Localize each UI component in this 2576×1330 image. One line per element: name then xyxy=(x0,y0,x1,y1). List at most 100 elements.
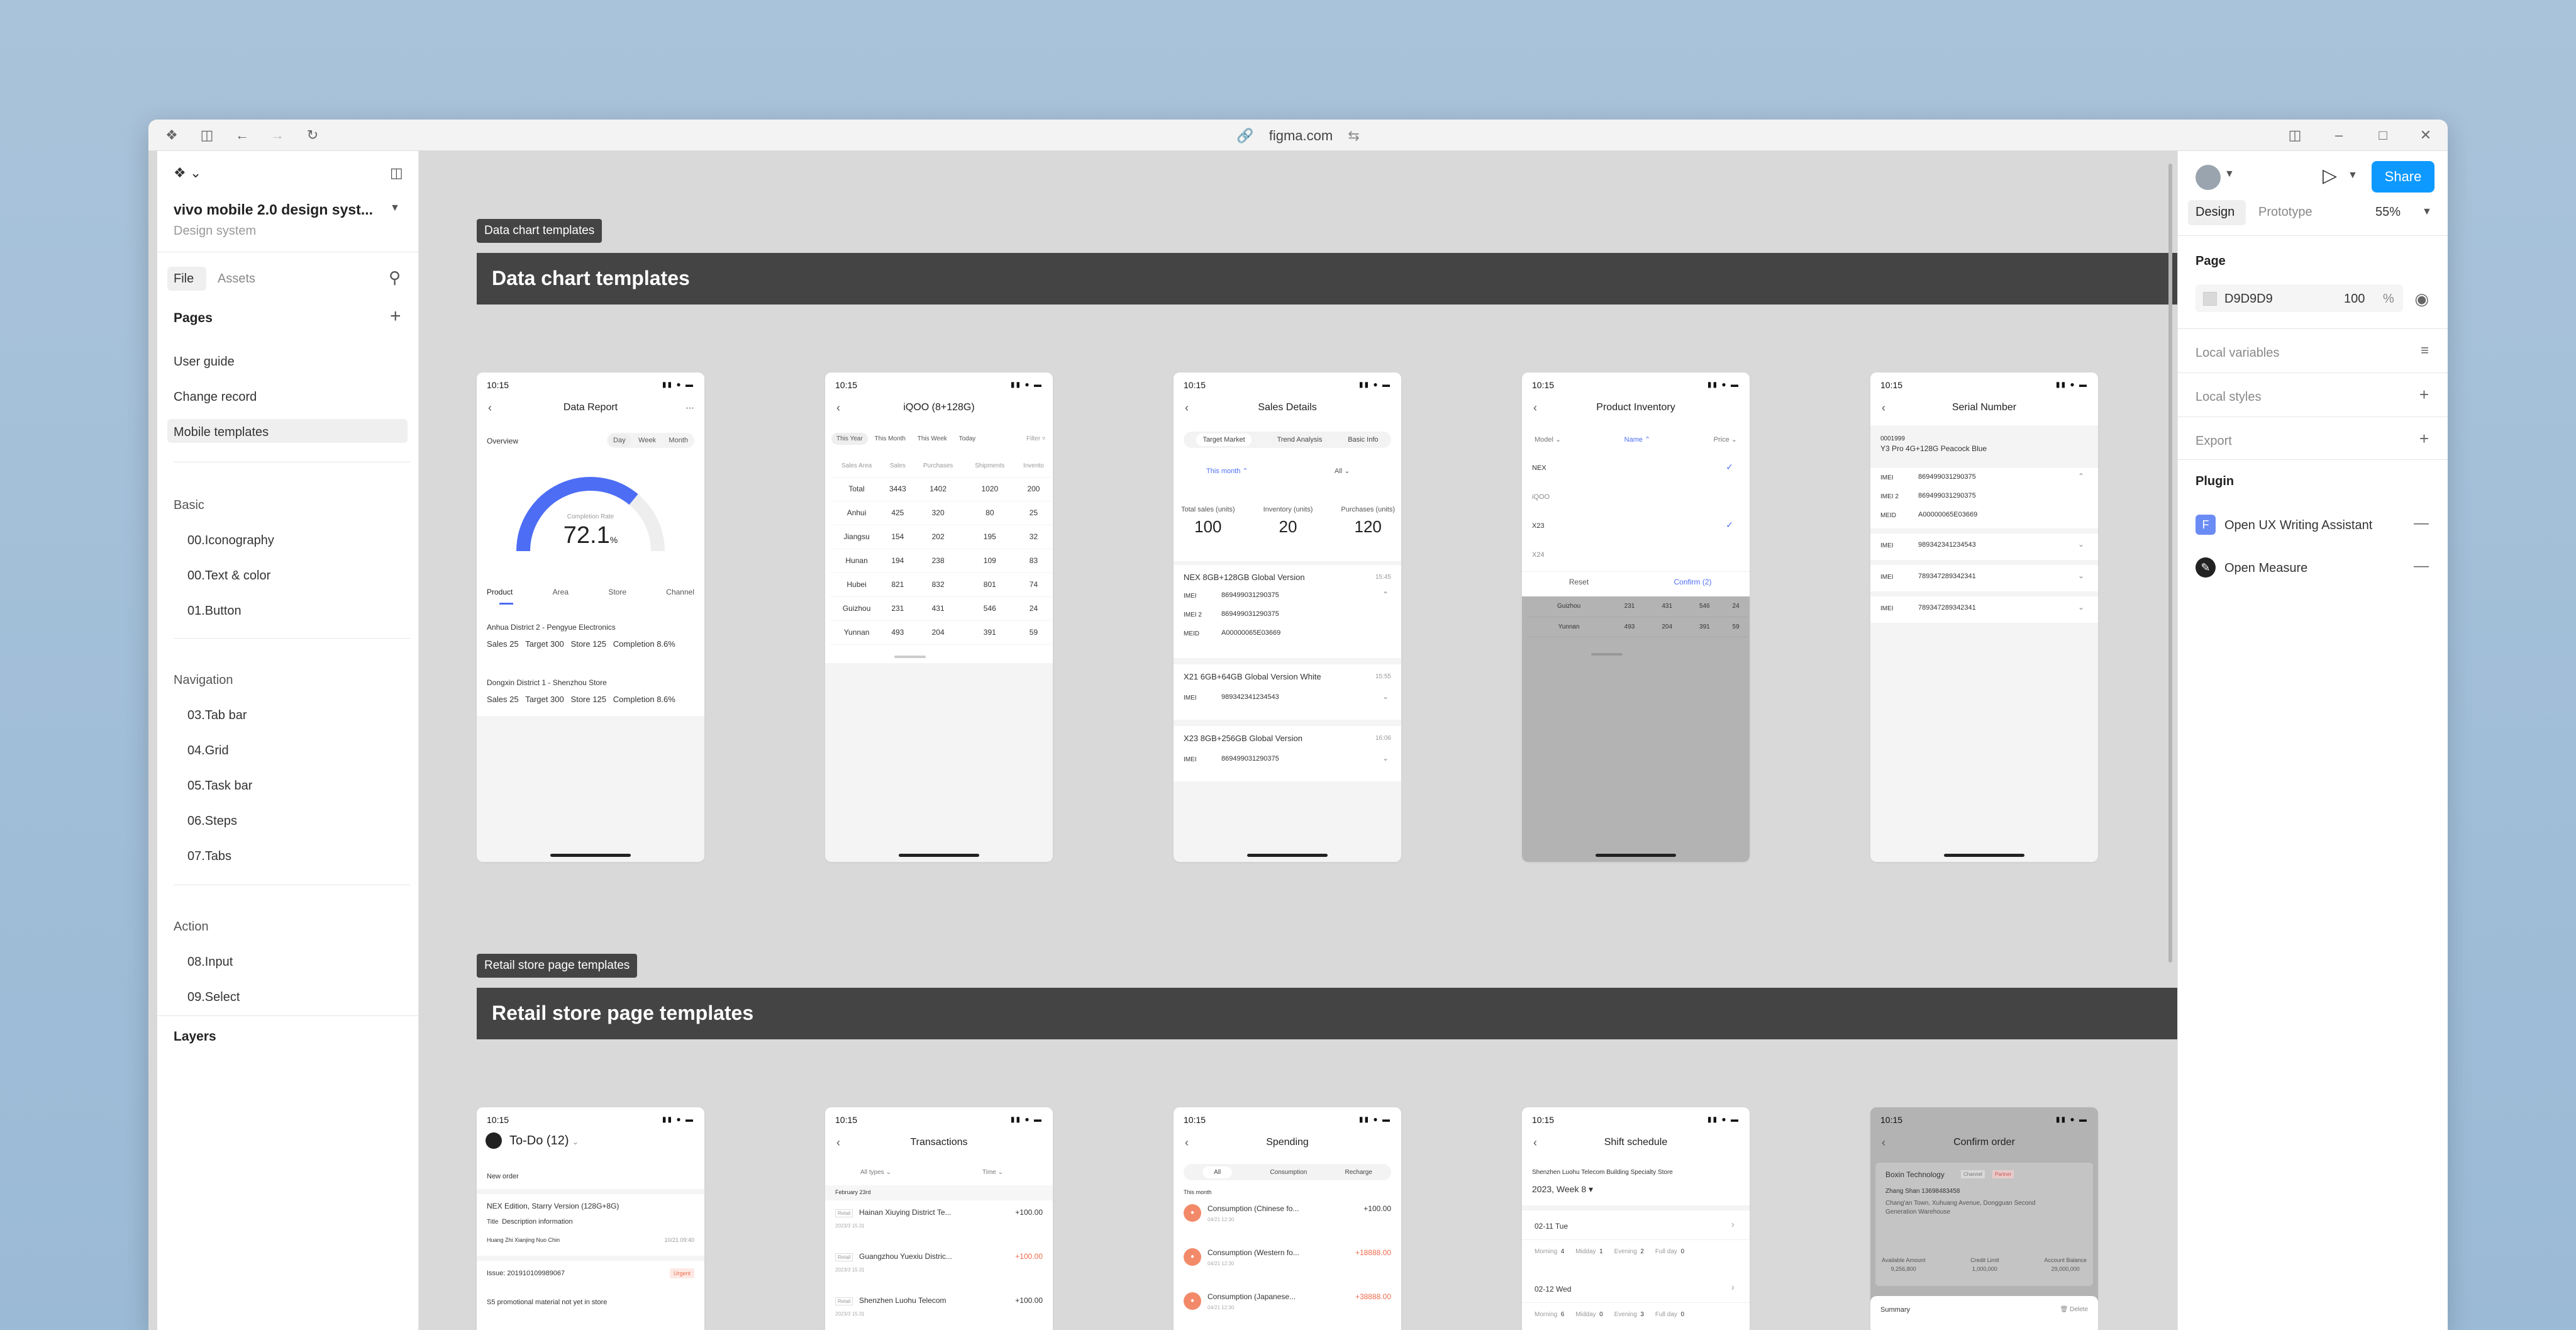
spending-item[interactable]: ● Consumption (Japanese... +38888.00 04/21 … xyxy=(1174,1290,1401,1330)
filter-all[interactable]: All ⌄ xyxy=(1335,467,1350,475)
add-export-icon[interactable]: + xyxy=(2419,429,2429,449)
range-toggle[interactable]: Day Week Month xyxy=(607,433,694,448)
range-today[interactable]: Today xyxy=(954,433,981,445)
device-card[interactable]: X23 8GB+256GB Global Version 16:06 IMEI … xyxy=(1174,726,1401,781)
avatar[interactable] xyxy=(2196,165,2221,190)
table-row[interactable]: Hunan 194 238 109 83 xyxy=(830,549,1052,573)
phone-confirm-order[interactable]: 10:15 ▮▮ ● ▬ ‹ Confirm order Boxin Technol… xyxy=(1870,1107,2098,1330)
tab-product[interactable]: Product xyxy=(487,588,513,596)
section1-tag[interactable]: Data chart templates xyxy=(477,219,602,243)
filter-button[interactable]: Filter ▿ xyxy=(1026,435,1045,442)
phone-shift-schedule[interactable]: 10:15 ▮▮ ● ▬ ‹ Shift schedule Shenzhen Luo… xyxy=(1522,1107,1750,1330)
panel-layout-icon[interactable]: ◫ xyxy=(2287,127,2303,143)
transaction-item[interactable]: Retail Hainan Xiuying District Te... +100.… xyxy=(825,1205,1053,1247)
filter-month[interactable]: This month ⌃ xyxy=(1206,467,1248,475)
page-user-guide[interactable]: User guide xyxy=(174,355,235,369)
option-x23[interactable]: X23 xyxy=(1532,522,1545,530)
week-selector[interactable]: 2023, Week 8 ▾ xyxy=(1532,1184,1593,1195)
serial-group[interactable]: IMEI 989342341234543 ⌄ xyxy=(1870,534,2098,560)
page-tab-bar[interactable]: 03.Tab bar xyxy=(187,708,247,723)
scroll-indicator[interactable] xyxy=(1591,653,1623,656)
chevron-up-icon[interactable]: ⌃ xyxy=(1382,590,1389,599)
table-row[interactable]: Total 3443 1402 1020 200 xyxy=(830,477,1052,501)
range-month[interactable]: Month xyxy=(663,434,693,447)
share-button[interactable]: Share xyxy=(2372,161,2434,193)
chevron-down-icon[interactable]: ▼ xyxy=(390,203,400,214)
chevron-right-icon[interactable]: › xyxy=(1731,1282,1735,1294)
section-action[interactable]: Action xyxy=(174,920,209,934)
chevron-down-icon[interactable]: ⌄ xyxy=(2078,603,2084,612)
phone-data-report[interactable]: 10:15 ▮▮ ● ▬ ‹ Data Report ⋯ Overview Day W… xyxy=(477,372,704,862)
avatar[interactable] xyxy=(486,1132,502,1149)
back-icon[interactable]: ‹ xyxy=(1882,1129,1885,1156)
option-iqoo[interactable]: iQOO xyxy=(1532,493,1550,501)
table-row[interactable]: Yunnan 493 204 391 59 xyxy=(830,620,1052,645)
page-steps[interactable]: 06.Steps xyxy=(187,814,237,829)
phone-sales-details[interactable]: 10:15 ▮▮ ● ▬ ‹ Sales Details Target Market… xyxy=(1174,372,1401,862)
tab-all[interactable]: All xyxy=(1202,1166,1233,1178)
section2-tag[interactable]: Retail store page templates xyxy=(477,954,638,978)
chevron-right-icon[interactable]: › xyxy=(1731,1219,1735,1231)
schedule-day[interactable]: 02-12 Wed › Morning 6 Midday 0 Evening 3 Full… xyxy=(1522,1278,1750,1330)
page-change-record[interactable]: Change record xyxy=(174,390,257,405)
local-styles[interactable]: Local styles xyxy=(2196,390,2262,405)
play-icon[interactable]: ▷ xyxy=(2323,165,2337,187)
filter-time[interactable]: Time ⌄ xyxy=(982,1169,1003,1176)
phone-transactions[interactable]: 10:15 ▮▮ ● ▬ ‹ Transactions All types ⌄ Ti… xyxy=(825,1107,1053,1330)
canvas-scrollbar[interactable] xyxy=(2168,164,2172,963)
chevron-down-icon[interactable]: ▼ xyxy=(2224,169,2235,180)
variables-icon[interactable]: ≡ xyxy=(2421,342,2429,359)
back-icon[interactable]: ‹ xyxy=(1882,394,1885,422)
tab-store[interactable]: Store xyxy=(608,588,626,596)
site-settings-icon[interactable]: ⇆ xyxy=(1348,128,1359,144)
plugin-ux-writing[interactable]: Open UX Writing Assistant xyxy=(2224,518,2372,533)
report-row-name[interactable]: Dongxin District 1 - Shenzhou Store xyxy=(487,678,607,687)
table-row[interactable]: Hubei 821 832 801 74 xyxy=(830,573,1052,597)
todo-title[interactable]: To-Do (12) ⌄ xyxy=(509,1134,579,1148)
device-card[interactable]: X21 6GB+64GB Global Version White 15:55 … xyxy=(1174,664,1401,720)
transaction-item[interactable]: Retail Shenzhen Luohu Telecom +100.00 2023/… xyxy=(825,1294,1053,1330)
range-day[interactable]: Day xyxy=(608,434,631,447)
filter-types[interactable]: All types ⌄ xyxy=(860,1169,891,1176)
option-nex[interactable]: NEX xyxy=(1532,464,1546,472)
remove-plugin-icon[interactable]: — xyxy=(2414,557,2429,575)
reset-button[interactable]: Reset xyxy=(1522,578,1636,586)
visibility-eye-icon[interactable]: ◉ xyxy=(2414,289,2429,309)
color-swatch[interactable] xyxy=(2203,292,2217,306)
filter-name[interactable]: Name ⌃ xyxy=(1624,435,1651,444)
page-text-color[interactable]: 00.Text & color xyxy=(187,569,270,583)
back-icon[interactable]: ‹ xyxy=(836,1129,840,1156)
phone-product-inventory[interactable]: 10:15 ▮▮ ● ▬ ‹ Product Inventory Model ⌄ N… xyxy=(1522,372,1750,862)
spending-item[interactable]: ● Consumption (Western fo... +18888.00 04/2… xyxy=(1174,1246,1401,1287)
tab-channel[interactable]: Channel xyxy=(666,588,694,596)
section2-banner[interactable]: Retail store page templates xyxy=(477,988,2177,1039)
serial-group[interactable]: IMEI 869499031290375 ⌃ IMEI 2 8694990312… xyxy=(1870,468,2098,528)
phone-iqoo[interactable]: 10:15 ▮▮ ● ▬ ‹ iQOO (8+128G) This Year Thi… xyxy=(825,372,1053,862)
add-page-icon[interactable]: + xyxy=(390,306,401,327)
address-bar[interactable]: 🔗 figma.com ⇆ xyxy=(148,127,2448,144)
table-row[interactable]: Guizhou 231 431 546 24 xyxy=(830,596,1052,621)
table-row[interactable]: Guizhou 231 431 546 24 xyxy=(1527,596,1748,617)
chevron-down-icon[interactable]: ▼ xyxy=(2348,170,2358,181)
scroll-indicator[interactable] xyxy=(894,656,926,658)
delete-button[interactable]: 🗑 Delete xyxy=(2060,1306,2088,1313)
option-x24[interactable]: X24 xyxy=(1532,551,1545,559)
confirm-button[interactable]: Confirm (2) xyxy=(1636,578,1750,586)
file-title[interactable]: vivo mobile 2.0 design syst... xyxy=(174,201,373,218)
table-row[interactable]: Jiangsu 154 202 195 32 xyxy=(830,525,1052,549)
chevron-down-icon[interactable]: ⌄ xyxy=(1382,754,1389,763)
page-select[interactable]: 09.Select xyxy=(187,990,240,1005)
back-icon[interactable]: ‹ xyxy=(1533,394,1537,422)
page-button[interactable]: 01.Button xyxy=(187,604,242,618)
tab-area[interactable]: Area xyxy=(553,588,569,596)
page-grid[interactable]: 04.Grid xyxy=(187,744,229,758)
tab-recharge[interactable]: Recharge xyxy=(1345,1169,1372,1176)
section-navigation[interactable]: Navigation xyxy=(174,673,233,688)
schedule-day[interactable]: 02-11 Tue › Morning 4 Midday 1 Evening 2 Full… xyxy=(1522,1215,1750,1273)
more-icon[interactable]: ⋯ xyxy=(686,394,694,422)
range-year[interactable]: This Year xyxy=(831,433,868,445)
minimize-icon[interactable]: – xyxy=(2331,127,2347,143)
chevron-down-icon[interactable]: ⌄ xyxy=(2078,571,2084,580)
serial-group[interactable]: IMEI 789347289342341 ⌄ xyxy=(1870,565,2098,591)
back-icon[interactable]: ‹ xyxy=(1185,394,1189,422)
